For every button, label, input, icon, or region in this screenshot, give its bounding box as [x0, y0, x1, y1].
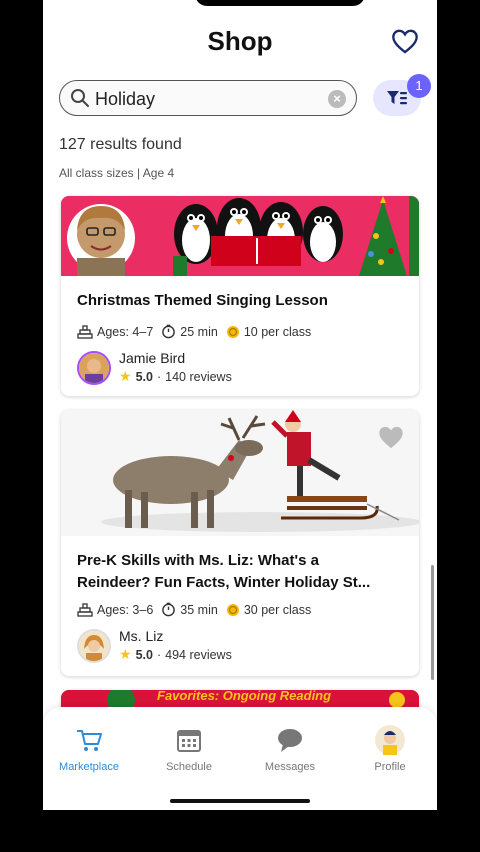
teacher-name: Jamie Bird: [119, 350, 186, 366]
calendar-icon: [177, 730, 201, 752]
teacher-rating: ★ 5.0 · 140 reviews: [119, 368, 232, 384]
search-value: Holiday: [95, 89, 156, 109]
rating-value: 5.0: [135, 647, 153, 662]
home-indicator: [170, 799, 310, 803]
teacher-info[interactable]: Jamie Bird ★ 5.0 · 140 reviews: [77, 350, 232, 385]
tab-label: Profile: [374, 761, 406, 773]
class-title: Christmas Themed Singing Lesson: [77, 292, 328, 309]
results-count: 127 results found: [59, 136, 182, 153]
search-icon: [71, 89, 89, 107]
class-price: 10 per class: [243, 324, 312, 339]
filter-icon: [387, 91, 407, 105]
class-meta: Ages: 3–6 35 min 30 per class: [77, 602, 311, 617]
class-title-line2: Reindeer? Fun Facts, Winter Holiday St..…: [77, 574, 371, 591]
tab-marketplace[interactable]: Marketplace: [44, 725, 134, 773]
tab-messages[interactable]: Messages: [245, 725, 335, 773]
filter-button[interactable]: 1: [373, 74, 431, 116]
scrollbar[interactable]: [431, 565, 434, 680]
teacher-name: Ms. Liz: [119, 628, 164, 644]
avatar: [375, 725, 405, 755]
class-thumbnail: [61, 196, 419, 276]
filters-summary: All class sizes | Age 4: [59, 166, 175, 180]
favorite-heart-icon[interactable]: [377, 424, 405, 450]
banner-text: Favorites: Ongoing Reading: [157, 690, 332, 703]
search-input[interactable]: Holiday ×: [59, 80, 357, 116]
favorites-heart-icon[interactable]: [391, 28, 419, 54]
star-icon: ★: [119, 368, 132, 384]
age-icon: [77, 602, 93, 617]
tab-label: Schedule: [166, 761, 212, 773]
class-meta: Ages: 4–7 25 min 10 per class: [77, 324, 311, 339]
age-icon: [77, 324, 93, 339]
tab-schedule[interactable]: Schedule: [144, 725, 234, 773]
star-icon: ★: [119, 646, 132, 662]
tab-label: Marketplace: [59, 761, 119, 773]
device-notch: [195, 0, 365, 6]
filter-count-badge: 1: [407, 74, 431, 98]
chat-icon: [278, 729, 302, 752]
tab-bar: Marketplace Schedule Messages Profile: [43, 707, 437, 810]
rating-value: 5.0: [135, 369, 153, 384]
clock-icon: [162, 324, 176, 339]
avatar: [77, 350, 111, 385]
clock-icon: [162, 602, 176, 617]
class-title: Pre-K Skills with Ms. Liz: What's a Rein…: [77, 550, 407, 594]
class-ages: Ages: 4–7: [97, 324, 154, 339]
avatar: [77, 628, 111, 663]
class-thumbnail: [61, 410, 419, 536]
class-title-line1: Pre-K Skills with Ms. Liz: What's a: [77, 552, 319, 569]
tab-label: Messages: [264, 761, 316, 773]
class-price: 30 per class: [243, 602, 312, 617]
coin-icon: [226, 325, 239, 338]
class-duration: 25 min: [180, 324, 218, 339]
coin-icon: [226, 603, 239, 616]
page-title: Shop: [207, 26, 273, 56]
class-duration: 35 min: [180, 602, 218, 617]
class-ages: Ages: 3–6: [97, 602, 154, 617]
teacher-info[interactable]: Ms. Liz ★ 5.0 · 494 reviews: [77, 628, 232, 663]
clear-search-icon[interactable]: ×: [328, 90, 346, 108]
cart-icon: [77, 730, 102, 751]
header: Shop: [43, 22, 437, 62]
review-count: 140 reviews: [165, 369, 232, 384]
tab-profile[interactable]: Profile: [345, 725, 435, 773]
class-card[interactable]: Christmas Themed Singing Lesson Ages: 4–…: [61, 196, 419, 396]
class-card[interactable]: Pre-K Skills with Ms. Liz: What's a Rein…: [61, 410, 419, 676]
app-screen: Shop Holiday × 1 127 results found All c…: [43, 0, 437, 810]
teacher-rating: ★ 5.0 · 494 reviews: [119, 646, 232, 662]
review-count: 494 reviews: [165, 647, 232, 662]
